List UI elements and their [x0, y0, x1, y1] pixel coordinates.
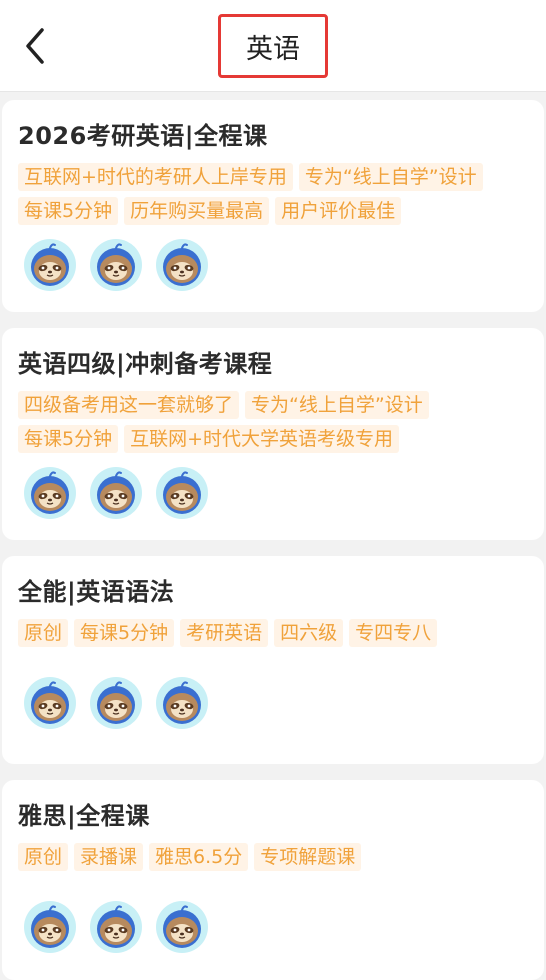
sloth-mascot-icon [90, 677, 142, 729]
sloth-mascot-icon [156, 239, 208, 291]
sloth-mascot-icon [24, 901, 76, 953]
course-tag: 原创 [18, 843, 69, 871]
course-tag: 录播课 [74, 843, 144, 871]
course-card[interactable]: 英语四级|冲刺备考课程 四级备考用这一套就够了 专为“线上自学”设计 每课5分钟… [2, 328, 544, 540]
course-tag: 四六级 [274, 619, 344, 647]
course-tag: 互联网+时代的考研人上岸专用 [18, 163, 293, 191]
course-tag: 互联网+时代大学英语考级专用 [124, 425, 400, 453]
course-tag: 考研英语 [180, 619, 269, 647]
sloth-mascot-icon [156, 467, 208, 519]
course-card[interactable]: 2026考研英语|全程课 互联网+时代的考研人上岸专用 专为“线上自学”设计 每… [2, 100, 544, 312]
avatar-row [24, 677, 530, 729]
course-title: 雅思|全程课 [18, 802, 150, 830]
course-list: 2026考研英语|全程课 互联网+时代的考研人上岸专用 专为“线上自学”设计 每… [0, 92, 546, 980]
back-button[interactable] [18, 24, 54, 68]
page-title: 英语 [218, 14, 328, 78]
course-tag: 用户评价最佳 [275, 197, 402, 225]
course-title: 英语四级|冲刺备考课程 [18, 350, 273, 378]
course-tag: 每课5分钟 [18, 425, 119, 453]
course-title: 2026考研英语|全程课 [18, 122, 268, 150]
course-tag: 四级备考用这一套就够了 [18, 391, 240, 419]
sloth-mascot-icon [24, 677, 76, 729]
tag-list: 四级备考用这一套就够了 专为“线上自学”设计 每课5分钟 互联网+时代大学英语考… [18, 391, 530, 453]
avatar-row [24, 239, 530, 291]
sloth-mascot-icon [156, 677, 208, 729]
tag-list: 互联网+时代的考研人上岸专用 专为“线上自学”设计 每课5分钟 历年购买量最高 … [18, 163, 530, 225]
sloth-mascot-icon [24, 467, 76, 519]
course-tag: 每课5分钟 [18, 197, 119, 225]
course-card[interactable]: 雅思|全程课 原创 录播课 雅思6.5分 专项解题课 [2, 780, 544, 980]
chevron-left-icon [26, 28, 44, 64]
avatar-row [24, 901, 530, 953]
course-tag: 专为“线上自学”设计 [245, 391, 429, 419]
sloth-mascot-icon [24, 239, 76, 291]
course-card[interactable]: 全能|英语语法 原创 每课5分钟 考研英语 四六级 专四专八 [2, 556, 544, 764]
course-tag: 专为“线上自学”设计 [298, 163, 483, 191]
course-tag: 专四专八 [349, 619, 438, 647]
course-tag: 历年购买量最高 [124, 197, 270, 225]
avatar-row [24, 467, 530, 519]
tag-list: 原创 每课5分钟 考研英语 四六级 专四专八 [18, 619, 530, 647]
sloth-mascot-icon [90, 239, 142, 291]
sloth-mascot-icon [156, 901, 208, 953]
course-tag: 原创 [18, 619, 69, 647]
top-bar: 英语 [0, 0, 546, 92]
sloth-mascot-icon [90, 901, 142, 953]
course-tag: 每课5分钟 [74, 619, 175, 647]
course-tag: 专项解题课 [254, 843, 362, 871]
sloth-mascot-icon [90, 467, 142, 519]
tag-list: 原创 录播课 雅思6.5分 专项解题课 [18, 843, 530, 871]
course-tag: 雅思6.5分 [149, 843, 249, 871]
course-title: 全能|英语语法 [18, 578, 175, 606]
